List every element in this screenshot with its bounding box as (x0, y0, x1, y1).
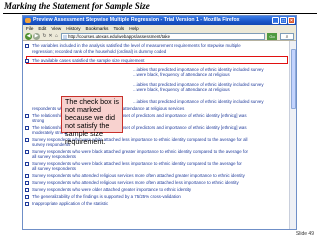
slide-number: Slide 49 (295, 231, 314, 237)
statement-checkbox[interactable] (25, 180, 29, 185)
menu-bar: File Edit View History Bookmarks Tools H… (23, 25, 296, 32)
window-titlebar[interactable]: Preview Assessment Stepwise Multiple Reg… (23, 16, 296, 25)
browser-window: Preview Assessment Stepwise Multiple Reg… (22, 15, 297, 230)
statement-text: ...were black, frequency of attendance a… (133, 72, 230, 77)
menu-help[interactable]: Help (129, 25, 138, 32)
sample-size-statement-row: The available cases satisfied the sample… (25, 58, 279, 63)
statement-checkbox[interactable] (25, 137, 29, 142)
statement-row: Survey respondents who attended religiou… (25, 180, 279, 185)
statement-row-continued: ...were black, frequency of attendance a… (133, 72, 283, 77)
statement-row-continued: regression; recorded rank of the househo… (32, 49, 279, 54)
page-icon (63, 35, 67, 39)
address-text: http://courses.utexas.edu/webapps/assess… (68, 34, 171, 39)
statement-text: ...iables that predicted importance of e… (133, 99, 264, 104)
menu-tools[interactable]: Tools (113, 25, 124, 32)
reload-icon[interactable]: ↻ (42, 34, 47, 39)
home-icon[interactable]: ⌂ (54, 34, 59, 39)
forward-arrow-icon[interactable]: ▶ (33, 33, 40, 40)
statement-text: Inappropriate application of the statist… (32, 201, 109, 206)
statement-row: Inappropriate application of the statist… (25, 201, 279, 206)
statement-row-continued: all survey respondents (32, 166, 279, 171)
window-title: Preview Assessment Stepwise Multiple Reg… (33, 17, 240, 23)
scrollbar-thumb[interactable] (291, 49, 296, 109)
statement-text: ...were black, frequency of attendance a… (133, 87, 230, 92)
statement-checkbox[interactable] (25, 125, 29, 130)
statement-text: regression; recorded rank of the househo… (32, 49, 167, 54)
back-arrow-icon[interactable]: ◀ (25, 33, 32, 40)
statement-checkbox[interactable] (25, 194, 29, 199)
minimize-button[interactable]: _ (272, 17, 279, 24)
statement-checkbox[interactable] (25, 43, 29, 48)
statement-text: all survey respondents (32, 166, 76, 171)
statement-checkbox[interactable] (25, 161, 29, 166)
title-divider (3, 13, 317, 14)
statement-text: strong (32, 118, 45, 123)
statement-checkbox[interactable] (25, 113, 29, 118)
firefox-icon (25, 18, 31, 23)
statement-text: The generalizability of the findings is … (32, 194, 181, 199)
statement-row: ...iables that predicted importance of e… (133, 99, 283, 104)
statement-text: Survey respondents who attended religiou… (32, 173, 245, 178)
statement-text: The variables included in the analysis s… (32, 43, 241, 48)
menu-bookmarks[interactable]: Bookmarks (86, 25, 109, 32)
statement-text: Survey respondents who were older attach… (32, 187, 192, 192)
stop-icon[interactable]: ✕ (48, 34, 53, 39)
explanation-callout: The check box is not marked because we d… (61, 96, 123, 146)
search-icon[interactable]: ⌕ (280, 33, 294, 40)
go-button[interactable]: Go (267, 33, 277, 40)
menu-view[interactable]: View (51, 25, 61, 32)
statement-text: The available cases satisfied the sample… (32, 58, 145, 63)
statement-row-continued: ...were black, frequency of attendance a… (133, 87, 283, 92)
slide-title: Marking the Statement for Sample Size (4, 1, 150, 11)
statement-row: Survey respondents who attended religiou… (25, 173, 279, 178)
navigation-toolbar: ◀ ▶ ↻ ✕ ⌂ http://courses.utexas.edu/weba… (23, 32, 296, 41)
vertical-scrollbar[interactable] (289, 41, 296, 229)
statement-checkbox[interactable] (25, 187, 29, 192)
sample-size-checkbox[interactable] (25, 58, 29, 63)
statement-text: all survey respondents (32, 154, 76, 159)
assessment-content: The variables included in the analysis s… (23, 41, 289, 229)
close-button[interactable]: × (288, 17, 295, 24)
statement-checkbox[interactable] (25, 149, 29, 154)
statement-row: The variables included in the analysis s… (25, 43, 279, 48)
statement-checkbox[interactable] (25, 173, 29, 178)
statement-row: The generalizability of the findings is … (25, 194, 279, 199)
menu-history[interactable]: History (66, 25, 80, 32)
window-controls: _ □ × (272, 17, 295, 24)
statement-checkbox[interactable] (25, 201, 29, 206)
statement-row-continued: all survey respondents (32, 154, 279, 159)
address-bar[interactable]: http://courses.utexas.edu/webapps/assess… (61, 33, 265, 40)
menu-edit[interactable]: Edit (38, 25, 46, 32)
statement-row: Survey respondents who were older attach… (25, 187, 279, 192)
maximize-button[interactable]: □ (280, 17, 287, 24)
statement-text: Survey respondents who attended religiou… (32, 180, 239, 185)
menu-file[interactable]: File (26, 25, 33, 32)
